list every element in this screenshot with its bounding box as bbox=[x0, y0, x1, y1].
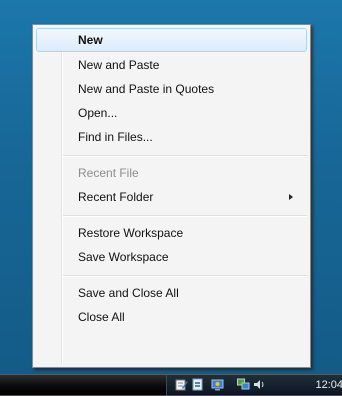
menu-item-new[interactable]: New bbox=[36, 28, 307, 52]
menu-item-recent-folder-label: Recent Folder bbox=[78, 190, 154, 204]
menu-item-new-and-paste[interactable]: New and Paste bbox=[36, 53, 307, 77]
document-icon[interactable] bbox=[191, 378, 204, 391]
gear-network-icon[interactable] bbox=[211, 378, 224, 391]
menu-item-new-and-paste-in-quotes[interactable]: New and Paste in Quotes bbox=[36, 77, 307, 101]
taskbar: 12:04 bbox=[0, 374, 342, 395]
menu-item-recent-folder[interactable]: Recent Folder bbox=[36, 185, 307, 209]
menu-item-recent-file: Recent File bbox=[78, 166, 139, 180]
context-menu: New New and Paste New and Paste in Quote… bbox=[32, 24, 311, 368]
network-icon[interactable] bbox=[237, 378, 250, 391]
menu-item-open[interactable]: Open... bbox=[36, 101, 307, 125]
menu-separator bbox=[63, 155, 307, 157]
menu-item-close-all[interactable]: Close All bbox=[36, 305, 307, 329]
menu-item-restore-workspace[interactable]: Restore Workspace bbox=[36, 221, 307, 245]
menu-item-find-in-files[interactable]: Find in Files... bbox=[36, 125, 307, 149]
menu-item-save-and-close-all[interactable]: Save and Close All bbox=[36, 281, 307, 305]
speaker-icon[interactable] bbox=[253, 378, 266, 391]
menu-item-save-workspace[interactable]: Save Workspace bbox=[36, 245, 307, 269]
clock[interactable]: 12:04 bbox=[315, 375, 342, 395]
menu-separator bbox=[63, 215, 307, 217]
notepad-icon[interactable] bbox=[175, 378, 188, 391]
system-tray: 12:04 bbox=[166, 375, 342, 395]
submenu-arrow-icon bbox=[289, 194, 293, 200]
menu-separator bbox=[63, 275, 307, 277]
